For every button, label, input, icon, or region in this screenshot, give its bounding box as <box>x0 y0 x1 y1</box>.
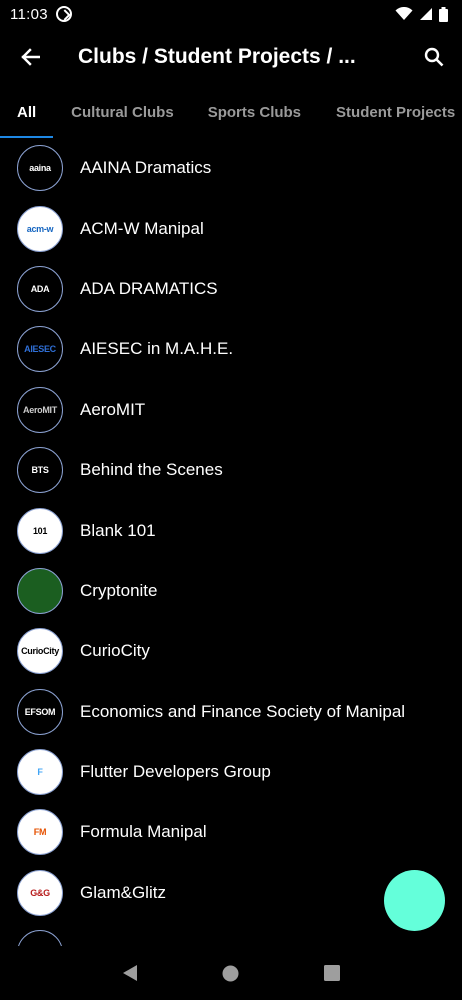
list-item[interactable] <box>0 923 462 946</box>
list-item[interactable]: AIESEC AIESEC in M.A.H.E. <box>0 319 462 379</box>
wifi-icon <box>395 7 413 20</box>
floating-action-button[interactable] <box>384 870 445 931</box>
circle-home-icon <box>222 965 239 981</box>
club-logo-mark: CurioCity <box>21 646 59 657</box>
list-item[interactable]: EFSOM Economics and Finance Society of M… <box>0 682 462 742</box>
club-name: AAINA Dramatics <box>80 158 212 178</box>
status-time: 11:03 <box>10 5 48 23</box>
club-logo-avatar: AeroMIT <box>17 386 63 433</box>
tab-all[interactable]: All <box>0 86 54 138</box>
club-logo-mark: ADA <box>30 283 50 294</box>
list-item[interactable]: F Flutter Developers Group <box>0 742 462 802</box>
app-bar: Clubs / Student Projects / ... <box>0 28 462 86</box>
signal-icon <box>420 8 432 20</box>
club-logo-avatar: AIESEC <box>17 326 63 373</box>
nav-recents-button[interactable] <box>312 953 352 993</box>
list-item[interactable]: CurioCity CurioCity <box>0 621 462 681</box>
club-name: AeroMIT <box>80 399 146 419</box>
club-logo-avatar: acm-w <box>17 205 63 252</box>
category-tabs: All Cultural Clubs Sports Clubs Student … <box>0 86 462 138</box>
club-logo-mark: aaina <box>29 163 51 174</box>
list-item[interactable]: ADA ADA DRAMATICS <box>0 259 462 319</box>
tab-sports-clubs[interactable]: Sports Clubs <box>208 86 301 138</box>
tab-student-projects[interactable]: Student Projects <box>336 86 455 138</box>
club-name: Formula Manipal <box>80 822 207 842</box>
club-logo-avatar: aaina <box>17 145 63 192</box>
club-name: ADA DRAMATICS <box>80 278 218 298</box>
club-logo-mark: EFSOM <box>24 706 56 717</box>
club-name: ACM-W Manipal <box>80 218 204 238</box>
club-logo-mark: AIESEC <box>24 344 56 355</box>
club-logo-avatar: BTS <box>17 447 63 494</box>
club-list: aaina AAINA Dramatics acm-w ACM-W Manipa… <box>0 138 462 946</box>
triangle-back-icon <box>123 965 138 981</box>
club-logo-mark: acm-w <box>26 223 54 234</box>
club-logo-mark: AeroMIT <box>23 404 57 415</box>
list-item[interactable]: AeroMIT AeroMIT <box>0 380 462 440</box>
club-name: Cryptonite <box>80 580 158 600</box>
list-item[interactable]: BTS Behind the Scenes <box>0 440 462 500</box>
list-item[interactable]: acm-w ACM-W Manipal <box>0 198 462 258</box>
list-item[interactable]: FM Formula Manipal <box>0 802 462 862</box>
club-name: Economics and Finance Society of Manipal <box>80 701 406 721</box>
club-logo-mark: F <box>37 767 43 778</box>
club-name: Flutter Developers Group <box>80 762 271 782</box>
nav-back-button[interactable] <box>110 953 150 993</box>
back-button[interactable] <box>0 28 60 86</box>
club-logo-avatar: FM <box>17 809 63 856</box>
club-name: Blank 101 <box>80 520 156 540</box>
nav-home-button[interactable] <box>211 953 251 993</box>
search-icon <box>424 47 444 67</box>
list-item[interactable]: 101 Blank 101 <box>0 500 462 560</box>
club-logo-avatar <box>17 567 63 614</box>
notification-app-icon <box>55 6 72 22</box>
tab-cultural-clubs[interactable]: Cultural Clubs <box>71 86 174 138</box>
club-logo-mark: BTS <box>31 465 49 476</box>
club-logo-mark: FM <box>33 827 47 838</box>
page-title: Clubs / Student Projects / ... <box>78 45 356 68</box>
square-recents-icon <box>323 965 340 981</box>
list-item[interactable]: Cryptonite <box>0 561 462 621</box>
club-name: Glam&Glitz <box>80 882 166 902</box>
club-logo-avatar <box>17 930 63 946</box>
battery-icon <box>439 6 448 22</box>
list-item[interactable]: aaina AAINA Dramatics <box>0 138 462 198</box>
club-logo-avatar: ADA <box>17 265 63 312</box>
system-navigation-bar <box>0 946 462 1000</box>
club-logo-mark: G&G <box>30 887 50 898</box>
search-button[interactable] <box>406 28 462 86</box>
club-name: AIESEC in M.A.H.E. <box>80 339 234 359</box>
arrow-left-icon <box>21 48 40 66</box>
club-logo-mark: 101 <box>32 525 48 536</box>
club-logo-avatar: EFSOM <box>17 688 63 735</box>
club-logo-avatar: 101 <box>17 507 63 554</box>
status-bar: 11:03 <box>0 0 462 28</box>
status-icons <box>395 6 448 22</box>
club-logo-avatar: G&G <box>17 869 63 916</box>
club-logo-avatar: CurioCity <box>17 628 63 675</box>
club-logo-avatar: F <box>17 749 63 796</box>
club-name: CurioCity <box>80 641 150 661</box>
club-name: Behind the Scenes <box>80 460 223 480</box>
